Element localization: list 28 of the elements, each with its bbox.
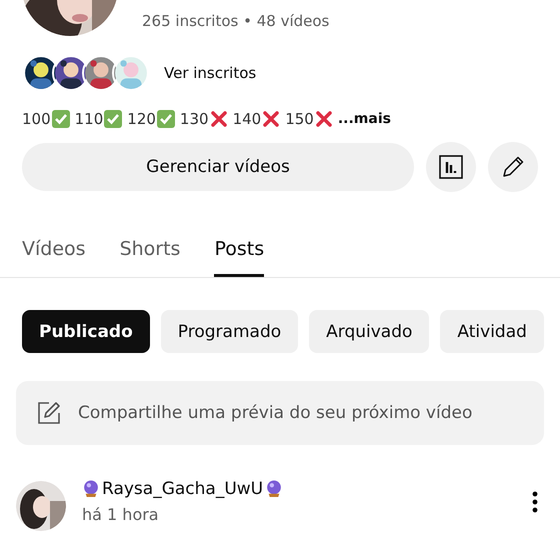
subscribers-link[interactable]: Ver inscritos (164, 64, 256, 82)
crystal-ball-icon (265, 480, 284, 498)
edit-button[interactable] (488, 142, 538, 192)
filter-chip[interactable]: Atividad (440, 310, 544, 353)
filter-chip[interactable]: Programado (160, 310, 298, 353)
post-composer-field[interactable]: Compartilhe uma prévia do seu próximo vídeo (76, 402, 524, 424)
milestone-number: 100 (22, 110, 51, 128)
post-time: há 1 hora (82, 505, 160, 524)
bar-chart-icon (439, 155, 463, 179)
tab[interactable]: Vídeos (22, 232, 86, 277)
filter-chip[interactable]: Arquivado (309, 310, 430, 353)
edit-icon (36, 400, 62, 426)
tab[interactable]: Shorts (120, 232, 180, 277)
author-name: Raysa_Gacha_UwU (102, 479, 264, 499)
analytics-button[interactable] (426, 142, 476, 192)
channel-stats: 265 inscritos • 48 vídeos (142, 12, 330, 32)
tab[interactable]: Posts (214, 232, 264, 277)
more-options-icon[interactable] (532, 491, 538, 513)
milestone-number: 140 (232, 110, 262, 128)
milestone-number: 110 (74, 110, 104, 128)
manage-videos-button[interactable]: Gerenciar vídeos (22, 143, 414, 191)
more-link[interactable]: ...mais (338, 111, 391, 127)
filter-chip[interactable]: Publicado (22, 310, 150, 353)
milestone-number: 130 (180, 110, 209, 128)
post-composer-field[interactable]: Compartilhe uma prévia do seu próximo vídeo (16, 381, 544, 445)
crystal-ball-icon (82, 480, 100, 498)
milestone-number: 120 (127, 110, 156, 128)
milestone-number: 150 (285, 110, 314, 128)
